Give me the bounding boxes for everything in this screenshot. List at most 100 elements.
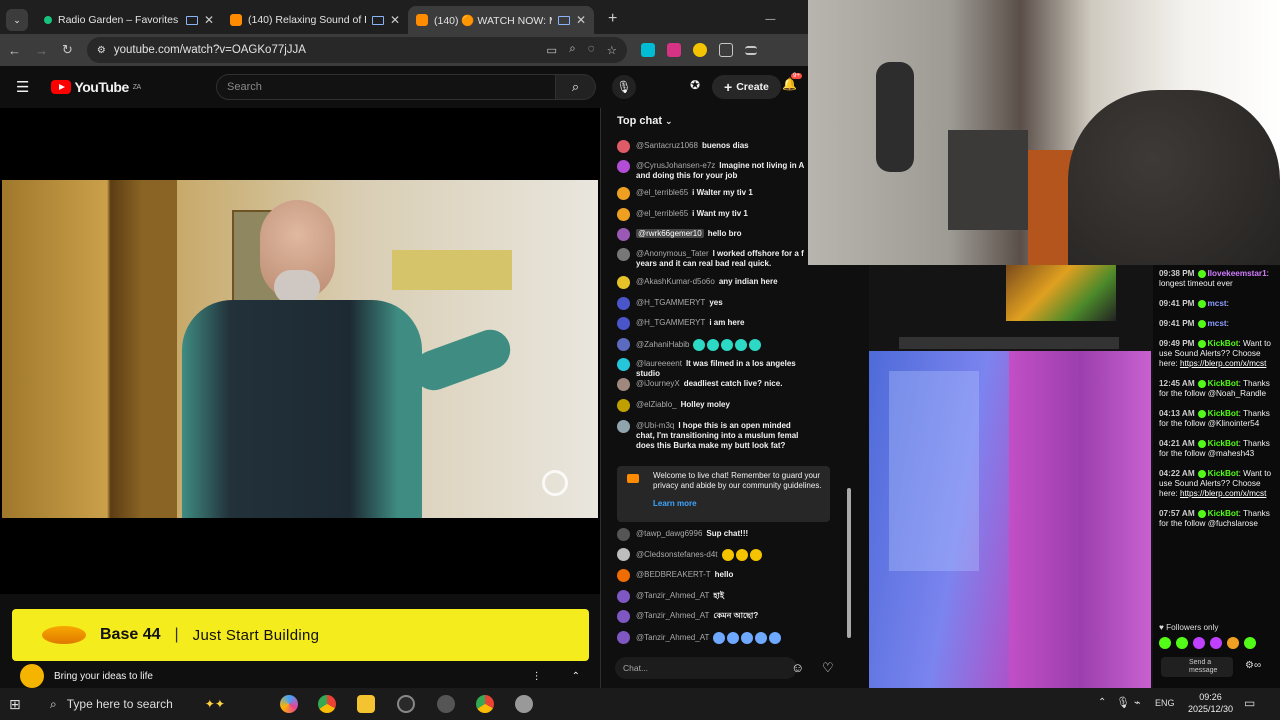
extension-icon[interactable] (692, 43, 707, 57)
chat-avatar[interactable] (617, 338, 630, 351)
taskbar-search[interactable]: ⌕ Type here to search ✦✦ (40, 690, 230, 718)
emote-icon[interactable] (1176, 637, 1188, 649)
windows-start-icon[interactable]: ⊞ (9, 696, 21, 713)
system-clock[interactable]: 09:26 2025/12/30 (1188, 691, 1233, 715)
extension-icon[interactable] (666, 43, 681, 57)
language-indicator[interactable]: ENG (1155, 698, 1175, 708)
hamburger-menu-icon[interactable]: ☰ (16, 78, 29, 96)
chat-author[interactable]: @el_terrible65 (636, 209, 688, 218)
more-options-icon[interactable]: ⋮ (532, 671, 542, 682)
emote-icon[interactable] (1159, 637, 1171, 649)
chat-author[interactable]: @Cledsonstefanes-d4t (636, 550, 718, 559)
address-bar[interactable]: ⚙ youtube.com/watch?v=OAGKo77jJJA ▭ ⌕ ◌ … (86, 37, 627, 63)
search-button[interactable]: ⌕ (556, 74, 596, 100)
chat-scrollbar[interactable] (847, 488, 851, 638)
app-icon[interactable] (437, 695, 455, 713)
chat-avatar[interactable] (617, 208, 630, 221)
chat-avatar[interactable] (617, 590, 630, 603)
kick-username[interactable]: KickBot (1208, 469, 1239, 478)
chat-author[interactable]: @H_TGAMMERYT (636, 298, 705, 307)
chrome-active-icon[interactable] (476, 695, 494, 713)
mic-icon[interactable]: 🎙 (1116, 696, 1130, 709)
chat-avatar[interactable] (617, 420, 630, 433)
kick-username[interactable]: KickBot (1208, 379, 1239, 388)
chat-avatar[interactable] (617, 228, 630, 241)
cast-icon[interactable]: ▭ (546, 43, 557, 57)
close-icon[interactable]: ✕ (390, 13, 400, 27)
emote-icon[interactable] (1193, 637, 1205, 649)
chat-header[interactable]: Top chat ⌄ (601, 108, 808, 134)
site-info-icon[interactable]: ⚙ (97, 45, 106, 56)
chat-avatar[interactable] (617, 631, 630, 644)
kick-username[interactable]: KickBot (1208, 409, 1239, 418)
chat-author[interactable]: @Tanzir_Ahmed_AT (636, 591, 709, 600)
chat-avatar[interactable] (617, 378, 630, 391)
chat-avatar[interactable] (617, 610, 630, 623)
chat-author[interactable]: @el_terrible65 (636, 188, 688, 197)
learn-more-link[interactable]: Learn more (653, 499, 822, 509)
network-icon[interactable]: ⌁ (1134, 696, 1141, 709)
chat-author[interactable]: @ZahaniHabib (636, 340, 689, 349)
minimize-button[interactable]: — (765, 14, 775, 25)
chat-author[interactable]: @Ubi-m3q (636, 421, 674, 430)
chat-avatar[interactable] (617, 248, 630, 261)
voice-search-button[interactable]: 🎙 (612, 75, 636, 99)
back-icon[interactable]: ← (8, 43, 21, 58)
chat-avatar[interactable] (617, 399, 630, 412)
create-button[interactable]: + Create (712, 75, 781, 99)
tab-watch-now[interactable]: (140) 🟠 WATCH NOW: Mc ✕ (408, 6, 594, 34)
chevron-up-icon[interactable]: ⌃ (572, 671, 580, 682)
chat-avatar[interactable] (617, 358, 630, 371)
kick-username[interactable]: mcst (1208, 319, 1227, 328)
youtube-logo[interactable]: YouTube ZA (51, 79, 141, 95)
chat-avatar[interactable] (617, 317, 630, 330)
kick-link[interactable]: https://blerp.com/x/mcst (1180, 359, 1266, 368)
tray-chevron-icon[interactable]: ⌃ (1098, 697, 1106, 708)
forward-icon[interactable]: → (35, 43, 48, 58)
tab-radio-garden[interactable]: Radio Garden – Favorites ✕ (36, 6, 222, 34)
chat-avatar[interactable] (617, 528, 630, 541)
chat-author[interactable]: @Anonymous_Tater (636, 249, 709, 258)
emoji-icon[interactable]: ☺ (791, 660, 804, 675)
close-icon[interactable]: ✕ (204, 13, 214, 27)
reload-icon[interactable]: ↻ (62, 42, 73, 58)
chat-author[interactable]: @Tanzir_Ahmed_AT (636, 611, 709, 620)
video-player[interactable] (0, 108, 600, 594)
app-icon[interactable] (515, 695, 533, 713)
chat-author[interactable]: @tawp_dawg6996 (636, 529, 702, 538)
copilot-icon[interactable] (280, 695, 298, 713)
kick-username[interactable]: KickBot (1208, 439, 1239, 448)
chat-avatar[interactable] (617, 569, 630, 582)
chat-author[interactable]: @AkashKumar-d5o6o (636, 277, 715, 286)
chat-author[interactable]: @CyrusJohansen-e7z (636, 161, 715, 170)
app-icon[interactable] (397, 695, 415, 713)
chat-author[interactable]: @laureeeent (636, 359, 682, 368)
kick-video[interactable] (869, 351, 1151, 688)
bookmark-star-icon[interactable]: ☆ (607, 43, 617, 57)
emote-icon[interactable] (1210, 637, 1222, 649)
chat-avatar[interactable] (617, 140, 630, 153)
chat-author[interactable]: @elZiablo_ (636, 400, 677, 409)
eye-off-icon[interactable]: ◌ (588, 43, 595, 57)
chat-input[interactable]: Chat... (615, 657, 797, 679)
chat-author[interactable]: @Santacruz1068 (636, 141, 698, 150)
chat-avatar[interactable] (617, 160, 630, 173)
chat-avatar[interactable] (617, 548, 630, 561)
close-icon[interactable]: ✕ (576, 13, 586, 27)
kick-username[interactable]: mcst (1208, 299, 1227, 308)
emote-icon[interactable] (1244, 637, 1256, 649)
kick-username[interactable]: Ilovekeemstar1 (1208, 269, 1267, 278)
extension-icon[interactable] (640, 43, 655, 57)
cast-gear-icon[interactable]: ✪ (690, 78, 700, 92)
emote-icon[interactable] (1227, 637, 1239, 649)
notifications-button[interactable]: 🔔 9+ (782, 73, 802, 91)
chat-author[interactable]: @Tanzir_Ahmed_AT (636, 633, 709, 642)
kick-username[interactable]: KickBot (1208, 339, 1239, 348)
chrome-icon[interactable] (318, 695, 336, 713)
chat-author[interactable]: @H_TGAMMERYT (636, 318, 705, 327)
heart-icon[interactable]: ♡ (822, 660, 834, 676)
chat-author[interactable]: @rwrk66gemer10 (636, 229, 704, 238)
chat-avatar[interactable] (617, 187, 630, 200)
kick-send-box[interactable]: Send a message (1161, 657, 1233, 677)
new-tab-button[interactable]: + (608, 10, 617, 28)
